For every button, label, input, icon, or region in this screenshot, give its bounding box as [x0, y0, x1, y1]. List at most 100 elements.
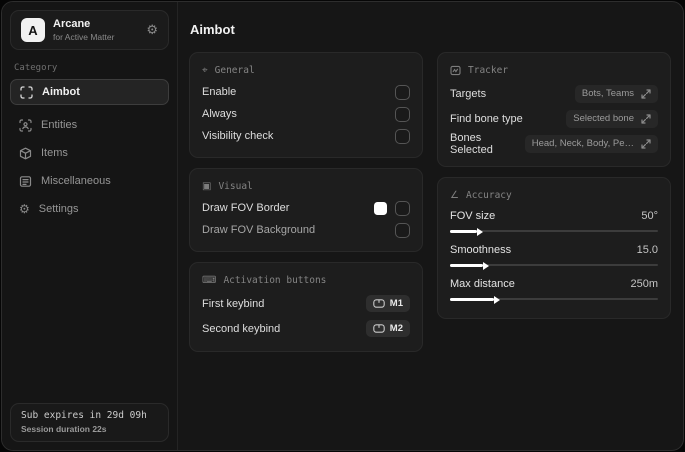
select-value: Head, Neck, Body, Pe…	[531, 138, 634, 149]
fov-border-color-swatch[interactable]	[374, 201, 387, 215]
app-logo: A	[21, 18, 45, 42]
keybind-value: M1	[389, 298, 403, 309]
expand-icon	[641, 113, 651, 124]
second-keybind-button[interactable]: M2	[365, 320, 410, 337]
category-label: Category	[14, 63, 58, 73]
section-title: Visual	[218, 181, 253, 192]
enable-checkbox[interactable]	[395, 84, 410, 100]
accuracy-header: ∠ Accuracy	[450, 190, 658, 201]
setting-row-find-bone-type: Find bone type Selected bone	[450, 106, 658, 131]
general-header: ⌖ General	[202, 65, 410, 76]
entities-icon	[19, 118, 32, 132]
sidebar-item-label: Settings	[38, 203, 79, 215]
setting-label: Find bone type	[450, 112, 523, 125]
slider-value: 250m	[630, 278, 658, 290]
setting-row-fov-background: Draw FOV Background	[202, 219, 410, 241]
keyboard-icon: ⌨	[202, 275, 217, 286]
slider-thumb[interactable]	[483, 261, 490, 270]
slider-value: 15.0	[636, 244, 658, 256]
sidebar-item-label: Items	[41, 147, 68, 159]
activation-header: ⌨ Activation buttons	[202, 275, 410, 286]
sidebar-item-aimbot[interactable]: Aimbot	[10, 79, 169, 105]
setting-row-max-distance: Max distance 250m	[450, 274, 658, 304]
setting-label: Max distance	[450, 278, 515, 290]
cube-icon	[19, 147, 32, 160]
find-bone-type-select[interactable]: Selected bone	[566, 109, 658, 128]
sidebar-item-label: Aimbot	[42, 86, 80, 98]
logo-text: Arcane for Active Matter	[53, 18, 114, 42]
expand-icon	[641, 138, 651, 149]
accuracy-card: ∠ Accuracy FOV size 50° Smoothness 15.0 …	[437, 177, 671, 319]
smoothness-slider[interactable]	[450, 261, 658, 270]
sidebar-item-items[interactable]: Items	[10, 139, 169, 167]
fov-border-checkbox[interactable]	[395, 200, 410, 216]
mouse-icon	[373, 324, 385, 333]
section-title: Tracker	[468, 65, 509, 76]
max-distance-slider[interactable]	[450, 295, 658, 304]
setting-row-visibility-check: Visibility check	[202, 125, 410, 147]
section-title: Activation buttons	[223, 275, 327, 286]
fov-size-slider[interactable]	[450, 227, 658, 236]
select-value: Bots, Teams	[581, 88, 634, 99]
crosshair-icon: ⌖	[202, 65, 208, 76]
visibility-check-checkbox[interactable]	[395, 128, 410, 144]
section-title: General	[214, 65, 255, 76]
sidebar: A Arcane for Active Matter ⚙ Category Ai…	[2, 2, 178, 450]
general-card: ⌖ General Enable Always Visibility check	[189, 52, 423, 158]
mouse-icon	[373, 299, 385, 308]
sidebar-item-miscellaneous[interactable]: Miscellaneous	[10, 167, 169, 195]
setting-row-smoothness: Smoothness 15.0	[450, 240, 658, 270]
activation-card: ⌨ Activation buttons First keybind M1 Se…	[189, 262, 423, 352]
targets-select[interactable]: Bots, Teams	[574, 84, 658, 103]
tracker-header: Tracker	[450, 65, 658, 76]
app-subtitle: for Active Matter	[53, 32, 115, 42]
app-window: A Arcane for Active Matter ⚙ Category Ai…	[1, 1, 684, 451]
left-column: ⌖ General Enable Always Visibility check	[189, 52, 423, 352]
slider-value: 50°	[641, 210, 658, 222]
expand-icon	[641, 88, 651, 99]
setting-label: Bones Selected	[450, 131, 493, 156]
session-duration-text: Session duration 22s	[21, 424, 107, 434]
setting-label: FOV size	[450, 210, 496, 222]
sidebar-item-entities[interactable]: Entities	[10, 111, 169, 139]
setting-label: Draw FOV Border	[202, 202, 290, 214]
setting-label: First keybind	[202, 297, 265, 310]
visual-header: ▣ Visual	[202, 181, 410, 192]
setting-row-bones-selected: Bones Selected Head, Neck, Body, Pe…	[450, 131, 658, 156]
always-checkbox[interactable]	[395, 106, 410, 122]
setting-row-targets: Targets Bots, Teams	[450, 81, 658, 106]
right-column: Tracker Targets Bots, Teams Find bone ty…	[437, 52, 671, 319]
keybind-value: M2	[389, 323, 403, 334]
section-title: Accuracy	[465, 190, 512, 201]
first-keybind-button[interactable]: M1	[365, 295, 410, 312]
setting-label: Enable	[202, 86, 237, 98]
setting-row-always: Always	[202, 103, 410, 125]
sidebar-nav: Entities Items Miscellaneous ⚙ Settings	[10, 111, 169, 223]
main-content: Aimbot ⌖ General Enable Always Visibilit…	[179, 2, 683, 450]
gear-icon: ⚙	[19, 202, 30, 216]
gear-icon[interactable]: ⚙	[146, 23, 158, 38]
setting-row-second-keybind: Second keybind M2	[202, 316, 410, 341]
slider-thumb[interactable]	[477, 227, 484, 236]
setting-label: Second keybind	[202, 322, 281, 335]
visual-card: ▣ Visual Draw FOV Border Draw FOV Backgr…	[189, 168, 423, 252]
sidebar-item-settings[interactable]: ⚙ Settings	[10, 195, 169, 223]
setting-label: Draw FOV Background	[202, 224, 316, 236]
sub-expires-text: Sub expires in 29d 09h	[21, 410, 147, 421]
fov-background-checkbox[interactable]	[395, 222, 410, 238]
setting-row-fov-size: FOV size 50°	[450, 206, 658, 236]
subscription-info: Sub expires in 29d 09h Session duration …	[10, 403, 169, 442]
bones-selected-select[interactable]: Head, Neck, Body, Pe…	[524, 134, 658, 153]
page-title: Aimbot	[190, 22, 235, 37]
slider-thumb[interactable]	[493, 295, 500, 304]
panels-icon	[19, 175, 32, 188]
sidebar-item-label: Entities	[41, 119, 78, 131]
setting-row-enable: Enable	[202, 81, 410, 103]
setting-row-first-keybind: First keybind M1	[202, 291, 410, 316]
app-title: Arcane	[53, 18, 91, 30]
setting-label: Targets	[450, 87, 487, 100]
tracker-icon	[450, 65, 461, 76]
sidebar-item-label: Miscellaneous	[41, 175, 111, 187]
setting-label: Visibility check	[202, 130, 274, 142]
setting-label: Always	[202, 108, 237, 120]
